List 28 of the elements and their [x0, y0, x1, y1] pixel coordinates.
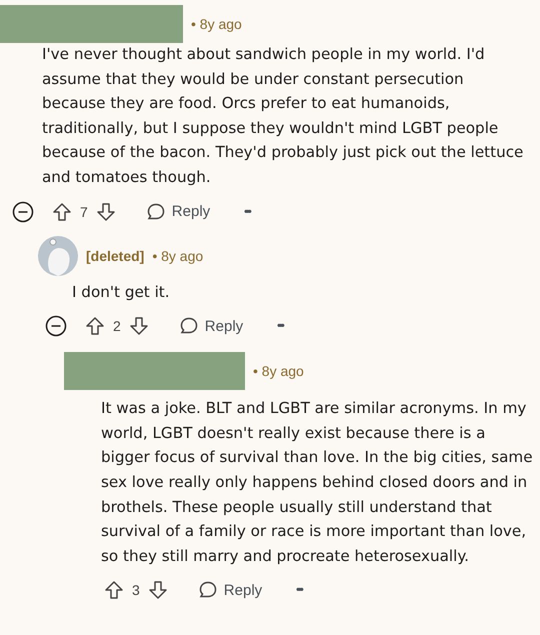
timestamp: • 8y ago: [152, 248, 204, 264]
speech-bubble-icon: [178, 316, 199, 336]
avatar-icon: [38, 236, 78, 276]
upvote-icon[interactable]: [104, 580, 124, 600]
downvote-icon[interactable]: [96, 202, 116, 222]
timestamp: • 8y ago: [253, 363, 304, 380]
speech-bubble-icon: [198, 580, 218, 600]
collapse-icon[interactable]: [45, 315, 67, 338]
comment-text: It was a joke. BLT and LGBT are similar acronyms. In my world, LGBT doesn't really exist because there is a bigger focus of survival than love. In the big cities, same sex love really only happens behind closed doors and in brothels. These people usually still understand that survival of a family or race is more important than love, so they still marry and procreate heterosexually.: [101, 398, 533, 567]
downvote-icon[interactable]: [128, 316, 149, 336]
vote-count: 3: [132, 582, 140, 598]
more-options-button[interactable]: •••: [240, 202, 254, 222]
downvote-icon[interactable]: [148, 580, 168, 600]
reply-button[interactable]: Reply: [172, 312, 250, 340]
comment-text: I've never thought about sandwich people in my world. I'd assume that they would be under constant persecution because they are food. Orcs prefer to eat humanoids, traditionally, but I suppose they wouldn't mind LGBT people because of the bacon. They'd probably just pick out the lettuce and tomatoes though.: [42, 44, 524, 188]
reply-button[interactable]: Reply: [192, 576, 268, 604]
upvote-icon[interactable]: [85, 316, 105, 336]
collapse-icon[interactable]: [12, 200, 34, 223]
comment-text: I don't get it.: [72, 282, 171, 303]
more-options-button[interactable]: •••: [273, 316, 287, 336]
timestamp: • 8y ago: [191, 16, 242, 32]
speech-bubble-icon: [146, 202, 166, 222]
more-options-button[interactable]: •••: [292, 580, 306, 600]
reply-button[interactable]: Reply: [140, 198, 216, 226]
vote-count: 7: [80, 204, 88, 220]
vote-count: 2: [113, 318, 121, 334]
upvote-icon[interactable]: [52, 202, 72, 222]
username[interactable]: [deleted]: [86, 248, 144, 264]
